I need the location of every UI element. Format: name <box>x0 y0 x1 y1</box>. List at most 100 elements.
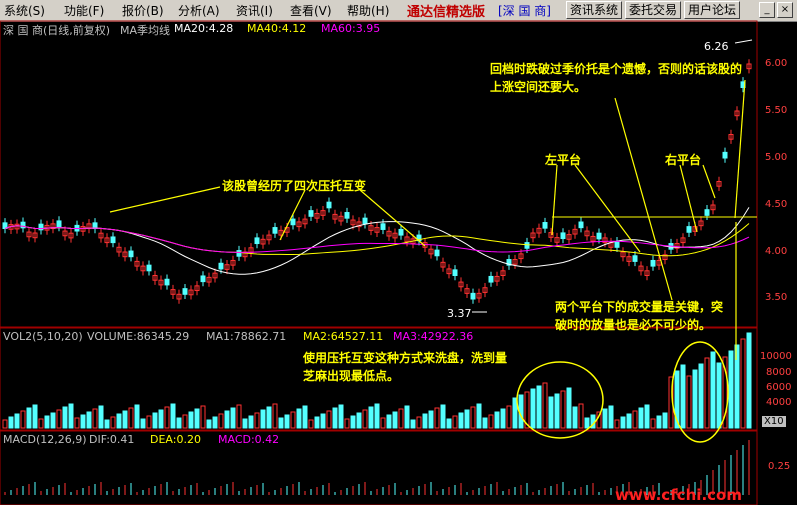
volume-bar <box>464 409 470 429</box>
candle-body <box>326 201 332 209</box>
volume-bar <box>692 369 698 429</box>
ma40-value: MA40:4.12 <box>247 22 307 35</box>
vol-ma2: MA2:64527.11 <box>303 330 384 343</box>
macd-indicator: MACD(12,26,9) <box>3 433 87 446</box>
candle-body <box>686 226 692 233</box>
volume-bar <box>50 412 56 429</box>
volume-bar <box>20 410 26 429</box>
volume-tick: 4000 <box>766 397 792 408</box>
volume-bar <box>242 418 248 429</box>
volume-bar <box>662 412 668 429</box>
volume-bar <box>218 413 224 429</box>
volume-bar <box>80 414 86 429</box>
volume-bar <box>746 332 752 429</box>
volume-bar <box>272 403 278 429</box>
annotation-arrow <box>109 186 221 213</box>
volume-bar <box>224 410 230 429</box>
volume-bar <box>158 409 164 429</box>
price-low-label: 3.37 <box>447 307 472 320</box>
candle-body <box>128 250 134 258</box>
volume-bar <box>176 417 182 429</box>
macd-tick: 0.25 <box>768 461 791 472</box>
volume-bar <box>74 417 80 429</box>
candle-body <box>308 210 314 217</box>
volume-bar <box>404 405 410 429</box>
stock-title: 深 国 商(日线,前复权) <box>3 24 111 37</box>
volume-bar <box>308 419 314 429</box>
volume-value: VOLUME:86345.29 <box>87 330 190 343</box>
volume-bar <box>56 409 62 429</box>
volume-bar <box>8 416 14 429</box>
candle-body <box>614 241 620 248</box>
volume-bar <box>104 419 110 429</box>
volume-bar <box>182 414 188 429</box>
volume-bar <box>62 406 68 429</box>
volume-tick: 10000 <box>760 351 792 362</box>
volume-bar <box>458 412 464 429</box>
volume-bar <box>536 385 542 429</box>
volume-bar <box>374 403 380 429</box>
candle-body <box>236 250 242 257</box>
volume-bar <box>230 407 236 429</box>
volume-unit: X10 <box>762 416 786 427</box>
volume-bar <box>482 417 488 429</box>
volume-bar <box>116 413 122 429</box>
volume-bar <box>122 410 128 429</box>
volume-bar <box>410 419 416 429</box>
volume-bar <box>620 416 626 429</box>
volume-bar <box>68 403 74 429</box>
volume-bar <box>446 418 452 429</box>
volume-bar <box>320 413 326 429</box>
volume-bar <box>578 403 584 429</box>
annotation-volume-key: 两个平台下的成交量是关键，突破时的放量也是必不可少的。 <box>555 300 724 332</box>
volume-bar <box>236 404 242 429</box>
volume-bar <box>632 410 638 429</box>
volume-bar <box>398 408 404 429</box>
volume-bar <box>128 407 134 429</box>
annotation-arrow <box>279 189 306 241</box>
volume-bar <box>110 416 116 429</box>
volume-bar <box>326 410 332 429</box>
volume-bar <box>152 412 158 429</box>
volume-bar <box>356 412 362 429</box>
candle-body <box>254 237 260 245</box>
volume-bar <box>200 405 206 429</box>
volume-bar <box>416 416 422 429</box>
annotation-left-platform: 左平台 <box>545 153 582 167</box>
candle-body <box>272 227 278 234</box>
volume-bar <box>728 350 734 429</box>
volume-bar <box>452 415 458 429</box>
candle-body <box>182 288 188 295</box>
candle-body <box>452 269 458 276</box>
volume-bar <box>644 404 650 429</box>
volume-bar <box>212 416 218 429</box>
volume-bar <box>626 413 632 429</box>
volume-bar <box>134 404 140 429</box>
candle-body <box>524 242 530 249</box>
candle-body <box>398 228 404 236</box>
indicator-name: MA季均线 <box>120 24 171 37</box>
candle-body <box>596 232 602 240</box>
volume-bar <box>170 403 176 429</box>
volume-bar <box>92 408 98 429</box>
volume-indicator: VOL2(5,10,20) <box>3 330 83 343</box>
candle-body <box>470 292 476 300</box>
volume-bar <box>680 364 686 429</box>
volume-bar <box>566 387 572 429</box>
candle-body <box>110 236 116 244</box>
annotation-pullback: 回档时跌破过季价托是个遗憾，否则的话该股的上涨空间还要大。 <box>490 62 743 94</box>
volume-bar <box>584 417 590 429</box>
volume-bar <box>194 408 200 429</box>
volume-bar <box>470 406 476 429</box>
volume-bar <box>386 414 392 429</box>
volume-bar <box>686 375 692 429</box>
volume-bar <box>140 418 146 429</box>
annotation-four-times: 该股曾经历了四次压托互变 <box>222 179 367 193</box>
volume-bar <box>608 405 614 429</box>
volume-bar <box>530 388 536 429</box>
candle-body <box>578 221 584 229</box>
volume-bar <box>650 418 656 429</box>
ma20-value: MA20:4.28 <box>174 22 234 35</box>
candle-body <box>362 217 368 225</box>
volume-bar <box>380 417 386 429</box>
